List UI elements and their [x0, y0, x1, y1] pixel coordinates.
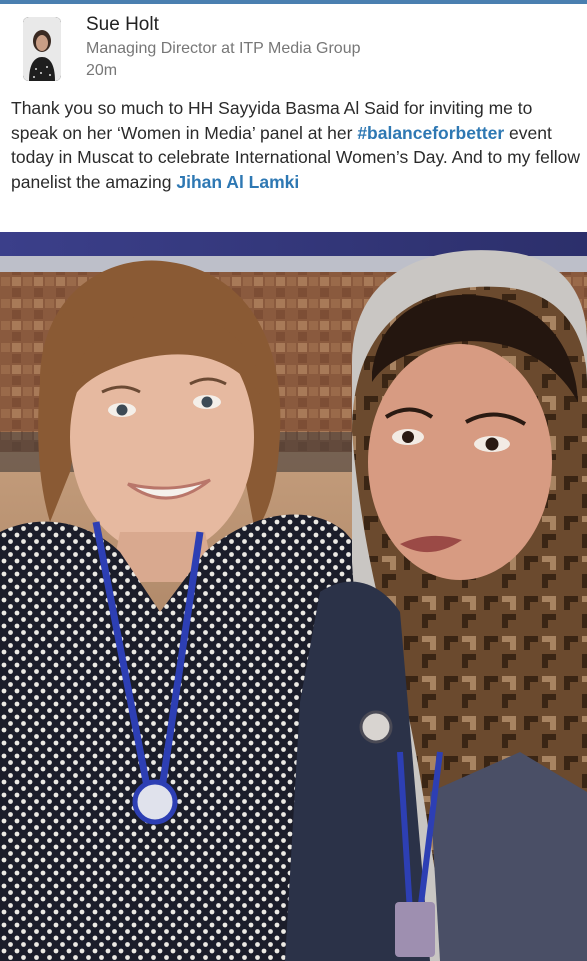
- mention-link[interactable]: Jihan Al Lamki: [176, 172, 299, 192]
- author-headline: Managing Director at ITP Media Group: [86, 40, 361, 57]
- post-header: Sue Holt Managing Director at ITP Media …: [0, 4, 587, 84]
- post-text: Thank you so much to HH Sayyida Basma Al…: [11, 96, 581, 194]
- avatar-image: [23, 17, 61, 81]
- post-photo-image: [0, 232, 587, 961]
- post-photo[interactable]: [0, 232, 587, 961]
- hashtag-link[interactable]: #balanceforbetter: [357, 123, 504, 143]
- author-name[interactable]: Sue Holt: [86, 14, 159, 36]
- post-timestamp: 20m: [86, 62, 118, 79]
- avatar[interactable]: [23, 17, 61, 81]
